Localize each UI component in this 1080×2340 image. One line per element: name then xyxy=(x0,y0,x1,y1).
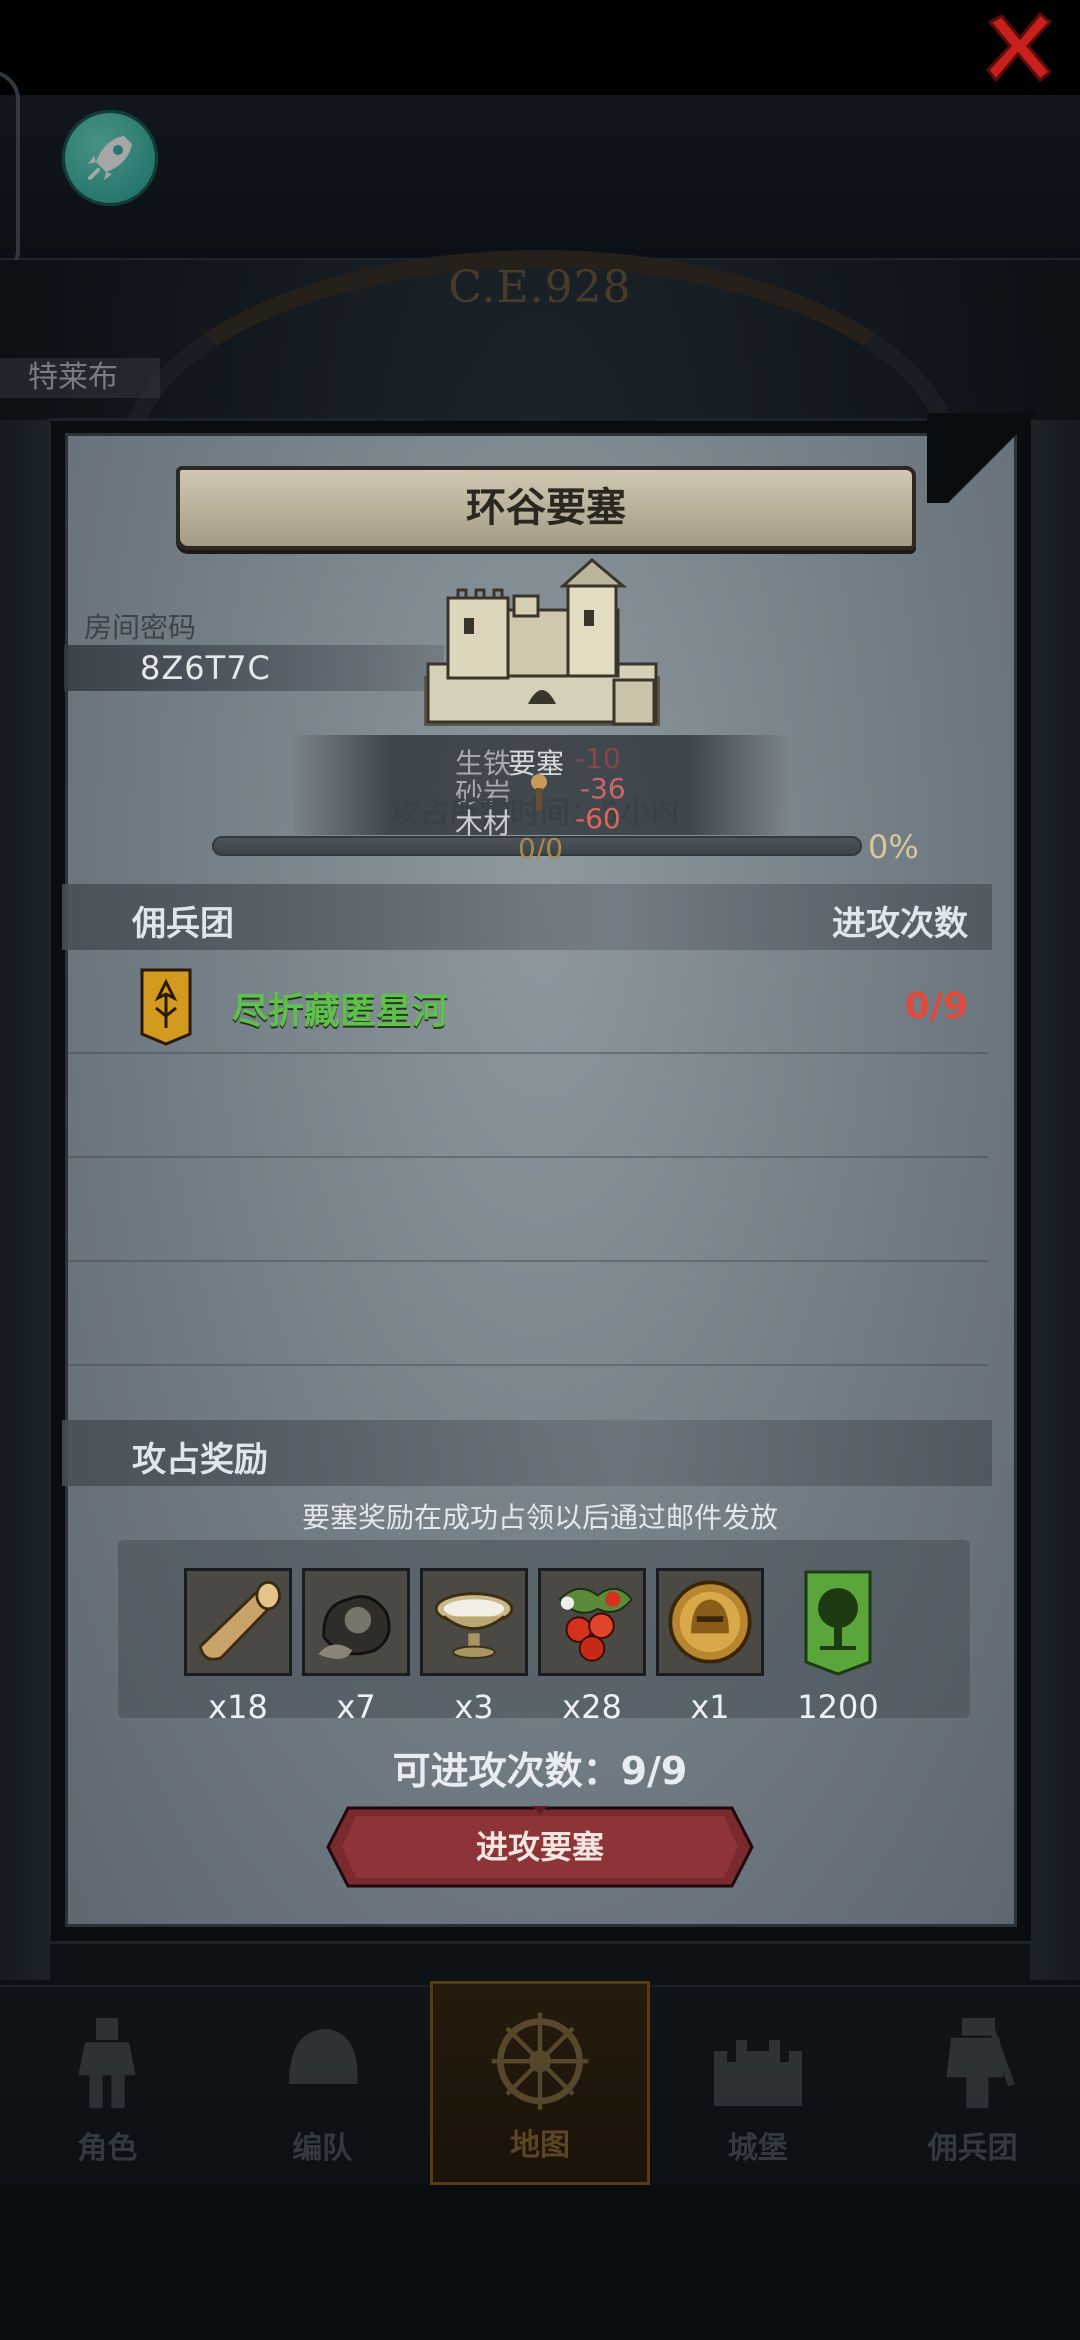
merc-row-empty xyxy=(68,1262,988,1366)
merc-row[interactable] xyxy=(68,950,988,1054)
ore-stone-icon xyxy=(305,1571,407,1673)
reward-qty: x7 xyxy=(336,1688,376,1726)
merc-attack-count: 0/9 xyxy=(904,986,968,1027)
merc-row-empty xyxy=(68,1158,988,1262)
reward-qty: x3 xyxy=(454,1688,494,1726)
attacks-column-header: 进攻次数 xyxy=(832,904,968,944)
wood-log-icon xyxy=(187,1571,289,1673)
reward-item[interactable]: 1200 xyxy=(784,1568,892,1726)
progress-count: 0/0 xyxy=(518,832,564,865)
progress-percent: 0% xyxy=(868,828,919,866)
title-banner: 环谷要塞 xyxy=(176,466,916,550)
attack-button-label: 进攻要塞 xyxy=(475,1828,604,1866)
reward-qty: x18 xyxy=(208,1688,268,1726)
resource-iron-value: -10 xyxy=(575,742,621,775)
reward-qty: x28 xyxy=(562,1688,622,1726)
close-icon xyxy=(986,11,1053,83)
attack-fortress-button[interactable]: 进攻要塞 xyxy=(326,1806,754,1888)
torch-icon xyxy=(531,774,547,810)
reward-qty: 1200 xyxy=(797,1688,879,1726)
merc-name[interactable]: 尽折藏匿星河 xyxy=(232,982,448,1034)
resource-wood-value: -60 xyxy=(575,802,621,835)
merc-row-empty xyxy=(68,1054,988,1158)
reward-item[interactable]: x1 xyxy=(656,1568,764,1726)
dialog-corner xyxy=(927,413,1037,503)
room-code[interactable]: 8Z6T7C xyxy=(140,649,271,687)
fortress-castle-icon xyxy=(424,558,660,726)
reward-qty: x1 xyxy=(690,1688,730,1726)
reward-item[interactable]: x28 xyxy=(538,1568,646,1726)
bowl-icon xyxy=(423,1571,525,1673)
dialog-title: 环谷要塞 xyxy=(466,485,626,531)
reward-item[interactable]: x3 xyxy=(420,1568,528,1726)
attacks-remaining: 可进攻次数：9/9 xyxy=(392,1749,688,1793)
guild-banner-icon xyxy=(140,968,192,1046)
rewards-section-label: 攻占奖励 xyxy=(132,1440,268,1480)
berries-icon xyxy=(541,1571,643,1673)
reward-item[interactable]: x7 xyxy=(302,1568,410,1726)
gold-helmet-coin-icon xyxy=(659,1571,761,1673)
room-code-label: 房间密码 xyxy=(84,611,197,644)
tree-banner-icon xyxy=(804,1570,872,1676)
rewards-note: 要塞奖励在成功占领以后通过邮件发放 xyxy=(301,1501,778,1534)
mercs-section-label: 佣兵团 xyxy=(132,904,234,944)
close-button[interactable] xyxy=(980,8,1058,86)
reward-item[interactable]: x18 xyxy=(184,1568,292,1726)
